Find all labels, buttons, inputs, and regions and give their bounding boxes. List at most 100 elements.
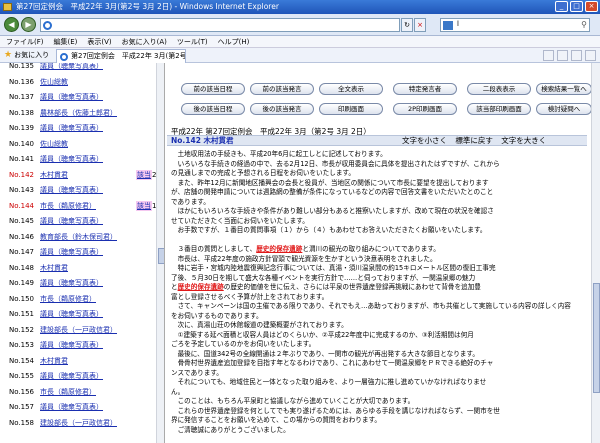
list-item-speaker-link[interactable]: 議員（聴衆写真表） xyxy=(40,276,103,290)
address-input[interactable] xyxy=(40,18,400,32)
speech-line: をお伺いするものであります。 xyxy=(171,312,263,321)
nav-button-row1-5[interactable]: 検索結果一覧へ xyxy=(536,83,592,95)
nav-button-row1-2[interactable]: 全文表示 xyxy=(319,83,383,95)
browser-tab[interactable]: 第27回定例会 平成22年 3月(第2号 3月 2日) xyxy=(56,49,186,63)
speech-line: と歴史的保存遺跡の歴史的価値を世に伝え、さらには平泉の世界遺産登録再挑戦にあわせ… xyxy=(171,283,481,292)
keyword-highlight: 歴史的保存遺跡 xyxy=(177,283,224,291)
stop-button[interactable]: × xyxy=(414,18,426,32)
list-item: No.156 市長（鵜原修君） xyxy=(0,385,155,399)
left-scrollbar[interactable] xyxy=(156,63,164,443)
nav-button-row2-0[interactable]: 後の該当日程 xyxy=(181,103,245,115)
home-icon[interactable] xyxy=(543,50,554,61)
menu-view[interactable]: 表示(V) xyxy=(87,37,111,47)
search-input[interactable]: l ⚲ xyxy=(440,18,590,32)
list-item-speaker-link[interactable]: 議員（聴衆写真表） xyxy=(40,121,103,135)
nav-button-row2-4[interactable]: 該当部印刷画面 xyxy=(467,103,531,115)
list-item: No.138 農林部長（佐藤土郎君） xyxy=(0,106,155,120)
speech-line: ①建築する延べ面積と収容人員はどのくらいか、②平成22年度中に完成するのか、③利… xyxy=(171,331,474,340)
back-button[interactable]: ◀ xyxy=(4,17,19,32)
list-item-speaker-link[interactable]: 議員（聴衆写真表） xyxy=(40,152,103,166)
list-item-speaker-link[interactable]: 農林部長（佐藤土郎君） xyxy=(40,106,117,120)
list-item-number: No.150 xyxy=(9,294,34,303)
font-reset-link[interactable]: 標準に戻す xyxy=(455,136,493,145)
forward-button[interactable]: ▶ xyxy=(21,17,36,32)
favorites-button[interactable]: ★ お気に入り xyxy=(4,50,49,60)
speech-line: せていただきたく当面にお伺いをいたします。 xyxy=(171,217,309,226)
menu-favorites[interactable]: お気に入り(A) xyxy=(122,37,167,47)
match-marker-link[interactable]: 該当 xyxy=(136,169,152,180)
speech-line: 了後、５月30日を期して盛大な各種イベントを実行方針で……と伺っておりますが、一… xyxy=(171,274,475,283)
menu-help[interactable]: ヘルプ(H) xyxy=(218,37,250,47)
feed-icon[interactable] xyxy=(557,50,568,61)
nav-button-row1-0[interactable]: 前の該当日程 xyxy=(181,83,245,95)
list-item-speaker-link[interactable]: 市長（鵜原修君） xyxy=(40,292,96,306)
nav-button-row1-3[interactable]: 特定発言者 xyxy=(393,83,457,95)
menu-edit[interactable]: 編集(E) xyxy=(54,37,78,47)
list-item-speaker-link[interactable]: 木村貫君 xyxy=(40,168,68,182)
speech-text-segment: 土地収用法の手続きも、平成20年6月に起工しとに記述しております。 xyxy=(171,150,387,158)
match-marker-link[interactable]: 該当 xyxy=(136,200,152,211)
list-item-speaker-link[interactable]: 木村貫君 xyxy=(40,261,68,275)
list-item-speaker-link[interactable]: 議員（聴衆写真表） xyxy=(40,369,103,383)
nav-button-row1-4[interactable]: 二段表表示 xyxy=(467,83,531,95)
list-item-speaker-link[interactable]: 議員（聴衆写真表） xyxy=(40,90,103,104)
nav-button-row2-2[interactable]: 印刷画面 xyxy=(319,103,383,115)
list-item-speaker-link[interactable]: 建設部長（一戸政信君） xyxy=(40,323,117,337)
list-item: No.135 議員（聴衆写真表） xyxy=(0,63,155,73)
speech-line: いろいろな手続きの経過の中で、去る2月12日、市長が収用委員会に具体を提出された… xyxy=(171,160,500,169)
list-item-speaker-link[interactable]: 議員（聴衆写真表） xyxy=(40,245,103,259)
menu-file[interactable]: ファイル(F) xyxy=(6,37,44,47)
speech-text-segment: が、店舗の関発申請については週路網の整備が条件になっているなどの内容で回答文書を… xyxy=(171,188,494,196)
nav-button-row2-1[interactable]: 後の該当発言 xyxy=(250,103,314,115)
nav-button-row2-3[interactable]: 2P印刷画面 xyxy=(393,103,457,115)
search-icon[interactable]: ⚲ xyxy=(581,20,587,29)
menu-tools[interactable]: ツール(T) xyxy=(177,37,208,47)
list-item-speaker-link[interactable]: 教育部長（鈴木保司君） xyxy=(40,230,117,244)
right-scrollbar[interactable] xyxy=(591,63,600,443)
speech-text-segment: 了後、５月30日を期して盛大な各種イベントを実行方針で……と伺っておりますが、一… xyxy=(171,273,476,282)
nav-button-row1-1[interactable]: 前の該当発言 xyxy=(250,83,314,95)
list-item-number: No.149 xyxy=(9,279,34,287)
list-item: No.140 佐山総教 xyxy=(0,137,155,151)
font-smaller-link[interactable]: 文字を小さく xyxy=(402,136,447,145)
list-item-speaker-link[interactable]: 議員（聴衆写真表） xyxy=(40,400,103,414)
list-item-speaker-link[interactable]: 建設部長（一戸政信君） xyxy=(40,416,117,430)
speech-line: ほかにもいろいろな手続きや条件があり難しい部分もあると推察いたしますが、改めて現… xyxy=(171,207,494,216)
list-item-speaker-link[interactable]: 市長（鵜原修君） xyxy=(40,199,96,213)
font-larger-link[interactable]: 文字を大きく xyxy=(501,136,546,145)
list-item-speaker-link[interactable]: 議員（聴衆写真表） xyxy=(40,338,103,352)
close-button[interactable]: × xyxy=(585,1,598,12)
list-item: No.143 議員（聴衆写真表） xyxy=(0,183,155,197)
speech-line: 骨骨村世界遺産追加登録を目指す年となるわけであり、これにあわせて一関温泉郷をＰＲ… xyxy=(171,359,494,368)
list-item-number: No.144 xyxy=(9,201,34,210)
list-item-speaker-link[interactable]: 木村貫君 xyxy=(40,354,68,368)
list-item-speaker-link[interactable]: 議員（聴衆写真表） xyxy=(40,183,103,197)
list-item-speaker-link[interactable]: 市長（鵜原修君） xyxy=(40,385,96,399)
list-item: No.139 議員（聴衆写真表） xyxy=(0,121,155,135)
right-scrollbar-thumb[interactable] xyxy=(593,283,600,393)
refresh-button[interactable]: ↻ xyxy=(401,18,413,32)
page-menu-icon[interactable] xyxy=(585,50,596,61)
speech-line: の見通しまでの完成と予想される日程をお伺いをいたします。 xyxy=(171,169,355,178)
list-item: No.142 木村貫君 該当 2 xyxy=(0,168,156,182)
list-item-speaker-link[interactable]: 議員（聴衆写真表） xyxy=(40,307,103,321)
list-item: No.154 木村貫君 xyxy=(0,354,155,368)
maximize-button[interactable]: □ xyxy=(570,1,583,12)
list-item-number: No.145 xyxy=(9,217,34,225)
list-item-number: No.141 xyxy=(9,155,34,163)
left-scrollbar-thumb[interactable] xyxy=(158,248,164,264)
font-size-controls: 文字を小さく 標準に戻す 文字を大きく xyxy=(402,136,546,146)
speech-text-segment: このことは、もちろん平泉町と協議しながら進めていくことが大切であります。 xyxy=(171,397,415,405)
list-item: No.137 議員（聴衆写真表） xyxy=(0,90,155,104)
list-item: No.158 建設部長（一戸政信君） xyxy=(0,416,155,430)
nav-button-row2-5[interactable]: 検討疑問へ xyxy=(536,103,592,115)
speech-text-segment: 市長は、平成22年度の施政方針冒頭で観光資源を生かすという決意表明をされました。 xyxy=(171,254,437,263)
list-item-speaker-link[interactable]: 議員（聴衆写真表） xyxy=(40,214,103,228)
minimize-button[interactable]: _ xyxy=(555,1,568,12)
list-item-speaker-link[interactable]: 佐山総教 xyxy=(40,75,68,89)
list-item: No.151 議員（聴衆写真表） xyxy=(0,307,155,321)
list-item: No.150 市長（鵜原修君） xyxy=(0,292,155,306)
print-icon[interactable] xyxy=(571,50,582,61)
list-item-speaker-link[interactable]: 佐山総教 xyxy=(40,137,68,151)
list-item-speaker-link[interactable]: 議員（聴衆写真表） xyxy=(40,63,103,73)
